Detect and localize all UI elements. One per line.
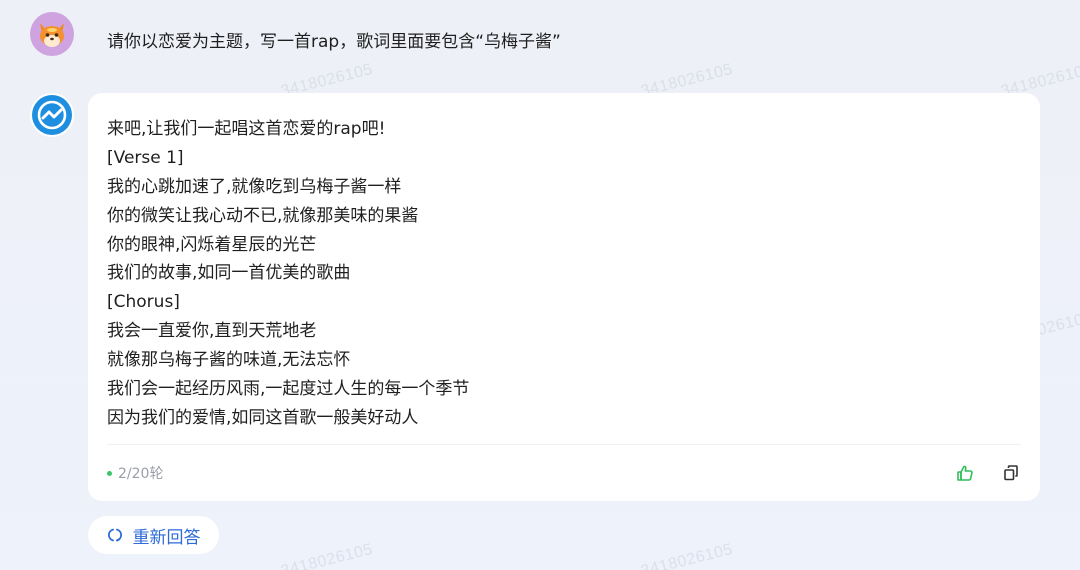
answer-card: 来吧,让我们一起唱这首恋爱的rap吧! [Verse 1] 我的心跳加速了,就像… xyxy=(88,93,1040,501)
watermark: 3418026105 xyxy=(279,540,375,570)
answer-line: 我们会一起经历风雨,一起度过人生的每一个季节 xyxy=(107,379,470,400)
answer-text: 来吧,让我们一起唱这首恋爱的rap吧! [Verse 1] 我的心跳加速了,就像… xyxy=(107,115,1007,433)
user-message: 请你以恋爱为主题，写一首rap，歌词里面要包含“乌梅子酱” xyxy=(107,32,561,52)
answer-line: 我们的故事,如同一首优美的歌曲 xyxy=(107,263,351,284)
status-dot xyxy=(107,470,112,476)
copy-button[interactable] xyxy=(1001,463,1021,483)
answer-line: 你的微笑让我心动不已,就像那美味的果酱 xyxy=(107,205,419,226)
answer-line: 来吧,让我们一起唱这首恋爱的rap吧! xyxy=(107,119,386,139)
thumbs-up-icon xyxy=(957,465,973,481)
user-avatar xyxy=(30,12,74,56)
card-divider xyxy=(107,444,1021,445)
answer-line: [Chorus] xyxy=(107,292,180,313)
answer-line: 我的心跳加速了,就像吃到乌梅子酱一样 xyxy=(107,176,402,197)
round-counter: 2/20轮 xyxy=(118,466,164,482)
watermark: 3418026105 xyxy=(639,540,735,570)
copy-icon xyxy=(1004,465,1018,481)
answer-line: 你的眼神,闪烁着星辰的光芒 xyxy=(107,234,317,255)
like-button[interactable] xyxy=(955,463,975,483)
answer-line: 我会一直爱你,直到天荒地老 xyxy=(107,321,317,342)
answer-actions xyxy=(955,463,1021,483)
assistant-logo-icon xyxy=(32,95,72,135)
regenerate-button[interactable]: 重新回答 xyxy=(88,516,219,554)
refresh-icon xyxy=(107,528,122,542)
answer-line: [Verse 1] xyxy=(107,147,184,168)
fox-avatar-icon xyxy=(40,23,64,47)
answer-line: 就像那乌梅子酱的味道,无法忘怀 xyxy=(107,350,351,371)
assistant-avatar xyxy=(30,93,74,137)
regenerate-label: 重新回答 xyxy=(132,527,201,548)
answer-footer: 2/20轮 xyxy=(107,461,1021,485)
answer-line: 因为我们的爱情,如同这首歌一般美好动人 xyxy=(107,407,419,428)
